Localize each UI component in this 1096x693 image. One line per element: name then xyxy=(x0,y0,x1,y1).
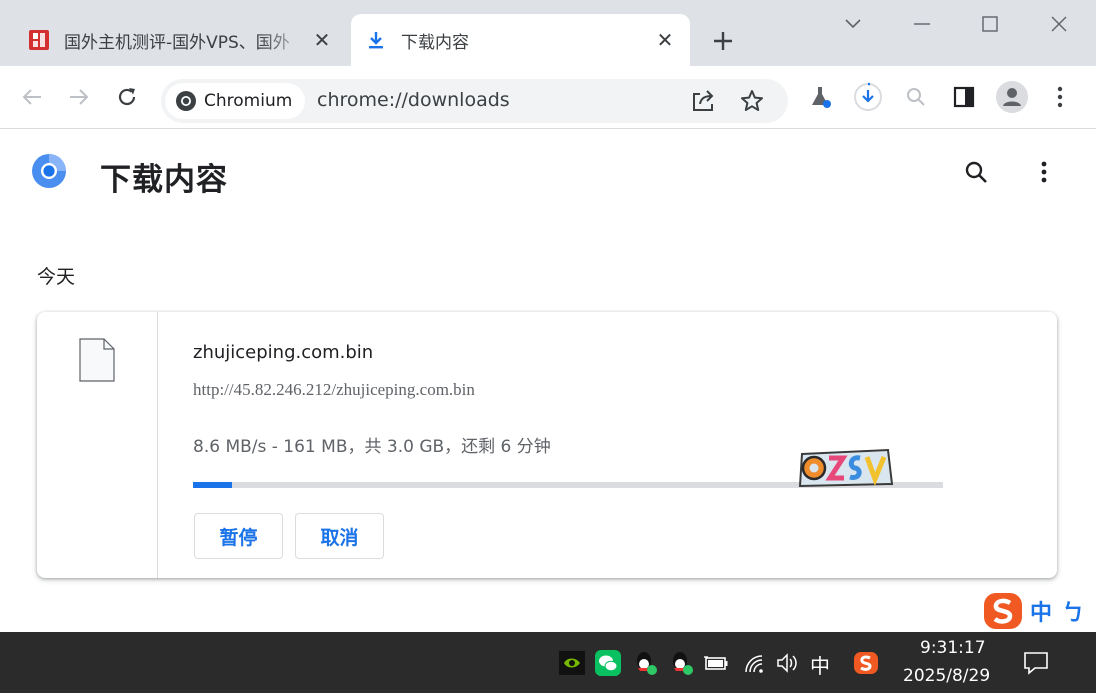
chromium-logo-icon xyxy=(176,91,196,111)
wifi-icon[interactable] xyxy=(740,649,768,677)
downloads-header: 下载内容 xyxy=(0,130,1096,220)
notification-center-icon[interactable] xyxy=(1022,649,1050,677)
tab-title: 下载内容 xyxy=(401,32,469,53)
file-name-link[interactable]: zhujiceping.com.bin xyxy=(193,342,373,363)
profile-avatar-icon[interactable] xyxy=(995,80,1029,114)
chromium-logo-icon xyxy=(32,154,66,188)
tab-search-chevron-icon[interactable] xyxy=(833,8,873,40)
ime-punctuation-label: ㄅ xyxy=(1062,601,1085,626)
download-progress-fill xyxy=(193,482,232,488)
url-text[interactable]: chrome://downloads xyxy=(317,89,510,111)
date-group-label: 今天 xyxy=(37,266,76,288)
qq-tray-icon[interactable] xyxy=(631,649,659,677)
battery-plugged-icon[interactable] xyxy=(702,649,730,677)
tab-zhujiceping[interactable]: 国外主机测评-国外VPS、国外 ✕ xyxy=(14,14,347,66)
tab-title: 国外主机测评-国外VPS、国外 xyxy=(64,32,290,53)
input-mode-label[interactable]: 中 xyxy=(810,650,830,679)
address-bar[interactable]: Chromium chrome://downloads xyxy=(161,79,788,123)
clock-time[interactable]: 9:31:17 xyxy=(920,638,986,658)
page-title: 下载内容 xyxy=(100,162,228,198)
side-panel-icon[interactable] xyxy=(947,80,981,114)
more-options-icon[interactable] xyxy=(1026,154,1062,190)
pause-button[interactable]: 暂停 xyxy=(194,513,283,559)
site-seal-icon xyxy=(28,29,50,51)
site-chip[interactable]: Chromium xyxy=(165,83,305,119)
file-icon xyxy=(79,338,115,382)
back-icon[interactable] xyxy=(15,80,49,114)
volume-icon[interactable] xyxy=(773,649,801,677)
download-icon xyxy=(365,29,387,51)
nvidia-tray-icon[interactable] xyxy=(558,649,586,677)
new-tab-icon[interactable] xyxy=(708,26,738,56)
file-icon-panel xyxy=(37,312,158,578)
tab-downloads[interactable]: 下载内容 ✕ xyxy=(351,14,690,66)
reload-icon[interactable] xyxy=(110,80,144,114)
ozsv-sticker-logo xyxy=(798,448,894,488)
close-window-icon[interactable] xyxy=(1039,8,1079,40)
qq-tray-icon-2[interactable] xyxy=(667,649,695,677)
search-downloads-icon[interactable] xyxy=(958,154,994,190)
tab-close-icon[interactable]: ✕ xyxy=(652,27,678,53)
download-status-text: 8.6 MB/s - 161 MB，共 3.0 GB，还剩 6 分钟 xyxy=(193,437,551,457)
sogou-tray-icon[interactable] xyxy=(852,649,880,677)
tab-close-icon[interactable]: ✕ xyxy=(309,27,335,53)
sogou-ime-icon xyxy=(984,593,1022,629)
browser-toolbar: Chromium chrome://downloads xyxy=(0,66,1096,129)
maximize-icon[interactable] xyxy=(970,8,1010,40)
ime-status-bar[interactable]: 中 ㄅ xyxy=(982,590,1084,632)
share-icon[interactable] xyxy=(686,84,720,118)
ime-mode-label: 中 xyxy=(1030,601,1053,626)
clock-date[interactable]: 2025/8/29 xyxy=(903,666,990,686)
minimize-icon[interactable] xyxy=(902,8,942,40)
tab-strip: 国外主机测评-国外VPS、国外 ✕ 下载内容 ✕ xyxy=(0,0,1096,66)
wechat-tray-icon[interactable] xyxy=(594,649,622,677)
forward-icon[interactable] xyxy=(62,80,96,114)
source-url-link[interactable]: http://45.82.246.212/zhujiceping.com.bin xyxy=(193,380,475,400)
labs-flask-icon[interactable] xyxy=(803,80,837,114)
bookmark-star-icon[interactable] xyxy=(735,84,769,118)
download-item-card: zhujiceping.com.bin http://45.82.246.212… xyxy=(37,312,1057,578)
browser-menu-icon[interactable] xyxy=(1043,80,1077,114)
download-progress-icon[interactable] xyxy=(851,80,885,114)
cancel-button[interactable]: 取消 xyxy=(295,513,384,559)
windows-taskbar: 中 9:31:17 2025/8/29 xyxy=(0,632,1096,693)
zoom-icon[interactable] xyxy=(899,80,933,114)
chip-label: Chromium xyxy=(204,91,293,111)
